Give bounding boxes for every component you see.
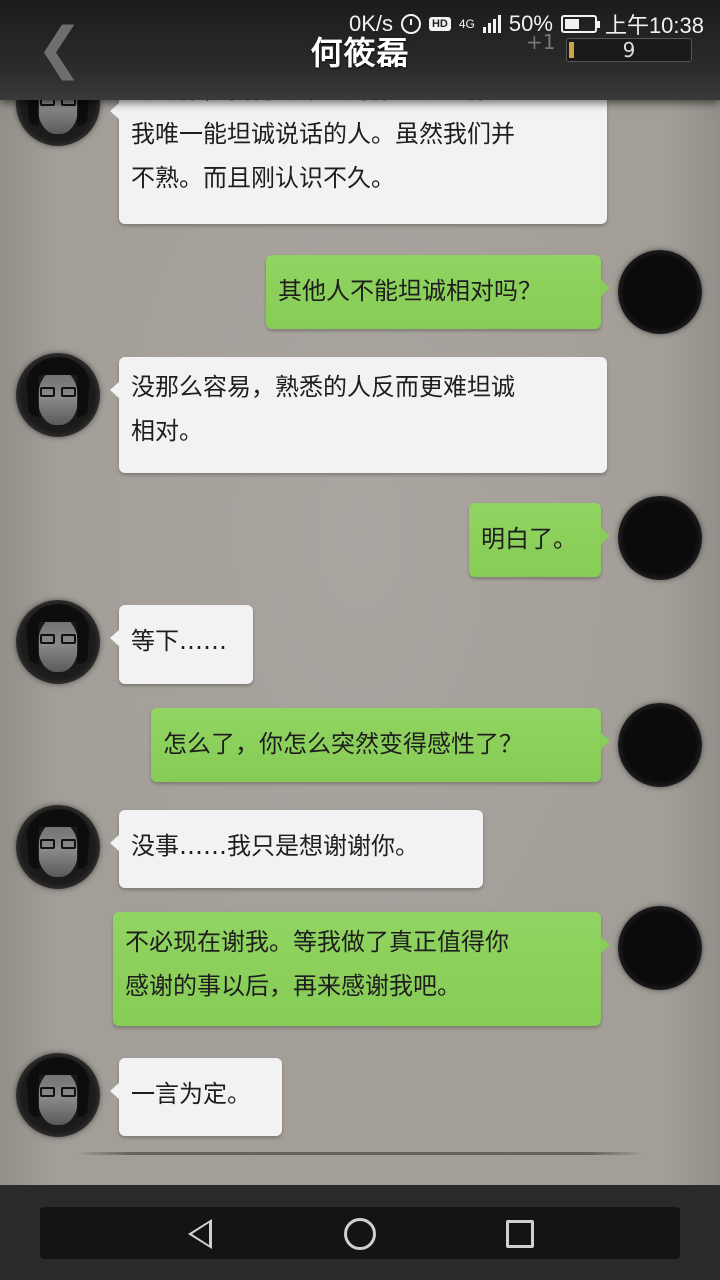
npc-bubble: 一言为定。 — [110, 1058, 282, 1136]
message-line: 没事……我只是想谢谢你。 — [131, 832, 419, 860]
npc-bubble: 没事……我只是想谢谢你。 — [110, 810, 483, 888]
npc-bubble: 没那么容易，熟悉的人反而更难坦诚 相对。 — [110, 357, 607, 473]
chat-bottom-divider — [75, 1152, 645, 1155]
player-avatar[interactable] — [618, 703, 702, 787]
message-line: 明白了。 — [481, 525, 577, 553]
message-line: 感谢的事以后，再来感谢我吧。 — [125, 972, 461, 1000]
message-line: 等下…… — [131, 627, 227, 655]
player-bubble: 怎么了，你怎么突然变得感性了？ — [151, 708, 610, 782]
message-line: 我唯一能坦诚说话的人。虽然我们并 — [131, 120, 515, 148]
triangle-back-icon — [188, 1219, 212, 1249]
player-bubble: 明白了。 — [469, 503, 610, 577]
message-line: 不必现在谢我。等我做了真正值得你 — [125, 928, 509, 956]
message-line: 不熟。而且刚认识不久。 — [131, 164, 395, 192]
message-line: 一言为定。 — [131, 1080, 251, 1108]
player-avatar[interactable] — [618, 250, 702, 334]
nav-back-button[interactable] — [170, 1212, 230, 1256]
counter-indicator — [569, 42, 574, 58]
nav-recents-button[interactable] — [490, 1212, 550, 1256]
chat-header: 0K/s HD 4G 50% 上午10:38 ❮ 何筱磊 +1 9 — [0, 0, 720, 100]
npc-avatar[interactable] — [16, 1053, 100, 1137]
message-line: 相对。 — [131, 417, 203, 445]
message-line: 没那么容易，熟悉的人反而更难坦诚 — [131, 373, 515, 401]
message-line: 怎么了，你怎么突然变得感性了？ — [163, 730, 523, 758]
counter-value: 9 — [622, 38, 636, 62]
npc-avatar[interactable] — [16, 353, 100, 437]
player-avatar[interactable] — [618, 906, 702, 990]
counter-badge: 9 — [566, 38, 692, 62]
npc-avatar[interactable] — [16, 600, 100, 684]
message-line: 其他人不能坦诚相对吗？ — [278, 277, 542, 305]
square-recents-icon — [506, 1220, 534, 1248]
plus-one-label: +1 — [526, 30, 556, 54]
npc-avatar[interactable] — [16, 805, 100, 889]
player-avatar[interactable] — [618, 496, 702, 580]
npc-bubble: 等下…… — [110, 605, 253, 684]
player-bubble: 其他人不能坦诚相对吗？ — [266, 255, 610, 329]
player-bubble: 不必现在谢我。等我做了真正值得你 感谢的事以后，再来感谢我吧。 — [113, 912, 610, 1026]
nav-home-button[interactable] — [330, 1212, 390, 1256]
circle-home-icon — [344, 1218, 376, 1250]
